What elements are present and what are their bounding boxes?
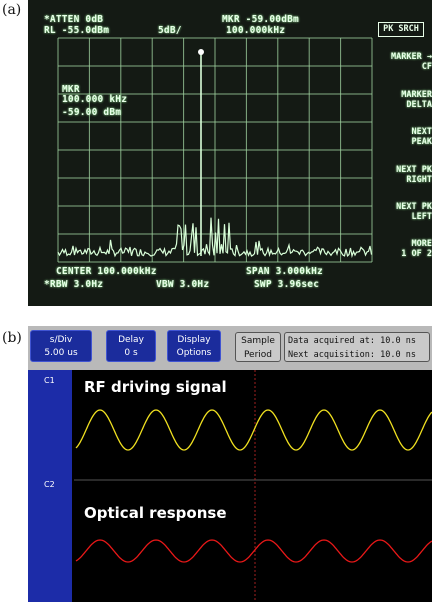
softkey-next-peak[interactable]: NEXT PEAK — [374, 127, 432, 147]
scale-readout: 5dB/ — [158, 25, 182, 36]
waveform-display — [74, 370, 432, 602]
spectrum-plot — [57, 37, 373, 263]
marker-dot — [198, 49, 204, 55]
vbw-readout: VBW 3.0Hz — [156, 279, 210, 290]
softkey-label: RIGHT — [406, 175, 432, 185]
marker-box-frequency: 100.000 kHz — [62, 94, 128, 105]
marker-amplitude-readout: MKR -59.00dBm — [222, 14, 299, 25]
softkey-label: 1 OF 2 — [401, 249, 432, 259]
softkey-more[interactable]: MORE 1 OF 2 — [374, 239, 432, 259]
channel-1-title: RF driving signal — [84, 378, 227, 396]
marker-frequency-readout: 100.000kHz — [226, 25, 286, 36]
softkey-label: DELTA — [406, 100, 432, 110]
softkey-marker-delta[interactable]: MARKER DELTA — [374, 90, 432, 110]
rbw-readout: *RBW 3.0Hz — [44, 279, 104, 290]
waveform-channel-2 — [75, 539, 432, 563]
spectrum-analyzer-screen: *ATTEN 0dB RL -55.0dBm 5dB/ MKR -59.00dB… — [28, 0, 432, 306]
softkey-label: MARKER → — [391, 52, 432, 62]
channel-2-title: Optical response — [84, 504, 227, 522]
softkey-label: LEFT — [411, 212, 432, 222]
softkey-label: NEXT PK — [396, 202, 432, 212]
atten-readout: *ATTEN 0dB — [44, 14, 104, 25]
waveform-channel-1 — [75, 409, 432, 451]
softkey-label: CF — [421, 62, 432, 72]
softkey-label: PEAK — [411, 137, 432, 147]
softkey-next-pk-right[interactable]: NEXT PK RIGHT — [374, 165, 432, 185]
softkey-next-pk-left[interactable]: NEXT PK LEFT — [374, 202, 432, 222]
softkey-label: MARKER — [401, 90, 432, 100]
softkey-label: MORE — [411, 239, 432, 249]
marker-box-amplitude: -59.00 dBm — [62, 107, 122, 118]
center-frequency-readout: CENTER 100.000kHz — [56, 266, 157, 277]
softkey-pk-srch[interactable]: PK SRCH — [378, 22, 424, 37]
softkey-marker-cf[interactable]: MARKER → CF — [374, 52, 432, 72]
reference-level-readout: RL -55.0dBm — [44, 25, 110, 36]
softkey-label: NEXT PK — [396, 165, 432, 175]
sweep-time-readout: SWP 3.96sec — [254, 279, 320, 290]
oscilloscope-screen: s/Div 5.00 us Delay 0 s Display Options … — [28, 326, 432, 602]
panel-b-label: (b) — [2, 330, 22, 346]
softkey-label: NEXT — [411, 127, 432, 137]
panel-a-label: (a) — [2, 2, 22, 18]
span-readout: SPAN 3.000kHz — [246, 266, 323, 277]
